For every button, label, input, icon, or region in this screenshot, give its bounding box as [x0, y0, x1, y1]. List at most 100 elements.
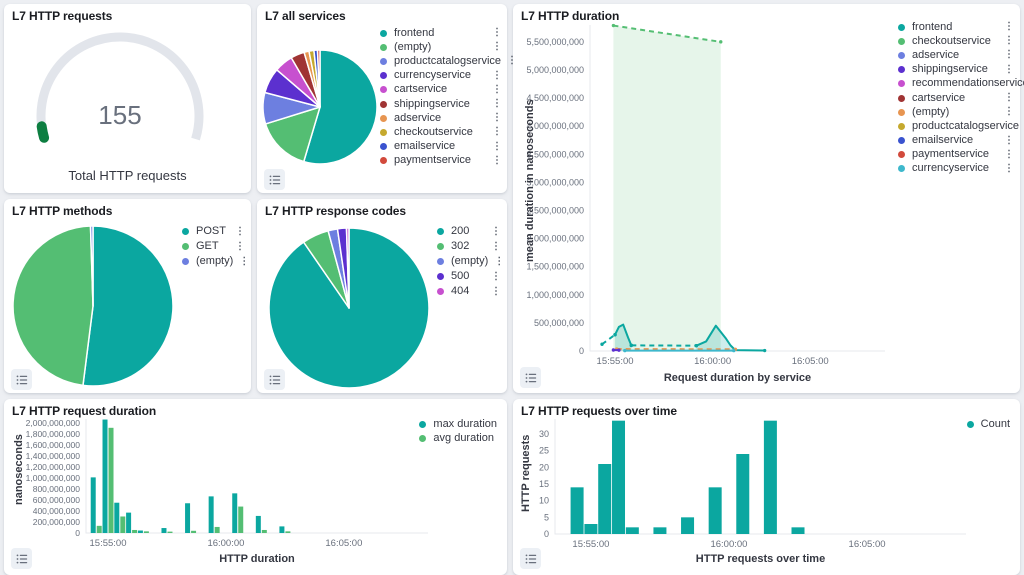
- legend-options-icon[interactable]: ⋮: [229, 228, 245, 236]
- legend-item[interactable]: 500⋮: [437, 269, 501, 284]
- svg-text:5,000,000,000: 5,000,000,000: [526, 65, 584, 75]
- legend-options-icon[interactable]: ⋮: [998, 94, 1014, 102]
- legend-options-icon[interactable]: ⋮: [485, 288, 501, 296]
- svg-text:400,000,000: 400,000,000: [33, 506, 81, 516]
- legend-options-icon[interactable]: ⋮: [998, 37, 1014, 45]
- legend-item[interactable]: paymentservice⋮: [380, 154, 502, 168]
- svg-text:1,200,000,000: 1,200,000,000: [26, 462, 81, 472]
- legend-item[interactable]: (empty)⋮: [182, 254, 245, 269]
- legend-color-dot: [437, 258, 444, 265]
- list-icon: [525, 372, 537, 384]
- svg-text:10: 10: [539, 496, 549, 506]
- legend-item[interactable]: adservice⋮: [380, 111, 502, 125]
- panel-l7-http-requests: L7 HTTP requests 155 Total HTTP requests: [4, 4, 251, 193]
- legend-options-icon[interactable]: ⋮: [486, 43, 502, 51]
- legend-color-dot: [182, 258, 189, 265]
- legend-item[interactable]: productcatalogservice⋮: [380, 54, 502, 68]
- legend-item[interactable]: recommendationservice⋮: [898, 77, 1014, 91]
- legend-item[interactable]: POST⋮: [182, 224, 245, 239]
- svg-text:155: 155: [98, 100, 141, 130]
- legend-options-icon[interactable]: ⋮: [501, 57, 517, 65]
- legend-options-icon[interactable]: ⋮: [486, 128, 502, 136]
- legend-options-icon[interactable]: ⋮: [486, 100, 502, 108]
- legend-options-icon[interactable]: ⋮: [998, 165, 1014, 173]
- legend-label: (empty): [912, 107, 998, 118]
- legend-color-dot: [898, 137, 905, 144]
- legend-item[interactable]: frontend⋮: [380, 26, 502, 40]
- legend-options-icon[interactable]: ⋮: [998, 51, 1014, 59]
- legend-options-icon[interactable]: ⋮: [486, 29, 502, 37]
- legend-options-icon[interactable]: ⋮: [1019, 122, 1024, 130]
- legend-options-icon[interactable]: ⋮: [486, 86, 502, 94]
- legend-options-icon[interactable]: ⋮: [485, 243, 501, 251]
- legend-item[interactable]: checkoutservice⋮: [898, 34, 1014, 48]
- legend-item[interactable]: currencyservice⋮: [898, 162, 1014, 176]
- legend-item[interactable]: emailservice⋮: [380, 140, 502, 154]
- legend-item[interactable]: (empty)⋮: [898, 105, 1014, 119]
- x-axis-title: HTTP requests over time: [555, 553, 966, 565]
- legend-item[interactable]: 404⋮: [437, 284, 501, 299]
- legend-toggle-button[interactable]: [264, 169, 285, 190]
- legend-label: POST: [196, 226, 229, 237]
- x-axis-title: Request duration by service: [590, 372, 885, 384]
- legend-options-icon[interactable]: ⋮: [488, 258, 504, 266]
- svg-text:16:05:00: 16:05:00: [849, 539, 886, 550]
- legend-toggle-button[interactable]: [264, 369, 285, 390]
- legend-options-icon[interactable]: ⋮: [998, 108, 1014, 116]
- requests-over-time-bar-chart[interactable]: 05101520253015:55:0016:00:0016:05:00: [513, 399, 1020, 575]
- legend-item[interactable]: avg duration: [419, 431, 497, 445]
- legend-options-icon[interactable]: ⋮: [233, 258, 249, 266]
- legend-toggle-button[interactable]: [11, 548, 32, 569]
- svg-text:1,600,000,000: 1,600,000,000: [26, 440, 81, 450]
- legend-item[interactable]: paymentservice⋮: [898, 148, 1014, 162]
- legend-label: currencyservice: [394, 70, 486, 81]
- legend-toggle-button[interactable]: [520, 548, 541, 569]
- panel-l7-http-response-codes: L7 HTTP response codes 200⋮302⋮(empty)⋮5…: [257, 199, 507, 393]
- legend-options-icon[interactable]: ⋮: [486, 114, 502, 122]
- legend-item[interactable]: cartservice⋮: [898, 91, 1014, 105]
- legend-item[interactable]: shippingservice⋮: [380, 97, 502, 111]
- y-axis-title: HTTP requests: [520, 435, 532, 512]
- legend-item[interactable]: GET⋮: [182, 239, 245, 254]
- legend-item[interactable]: currencyservice⋮: [380, 69, 502, 83]
- legend-label: shippingservice: [394, 99, 486, 110]
- legend-options-icon[interactable]: ⋮: [485, 273, 501, 281]
- legend-options-icon[interactable]: ⋮: [998, 66, 1014, 74]
- legend-options-icon[interactable]: ⋮: [229, 243, 245, 251]
- svg-text:0: 0: [544, 529, 549, 539]
- legend-label: 302: [451, 241, 485, 252]
- legend-options-icon[interactable]: ⋮: [486, 143, 502, 151]
- legend-label: emailservice: [912, 135, 998, 146]
- legend-options-icon[interactable]: ⋮: [486, 157, 502, 165]
- legend-item[interactable]: productcatalogservice⋮: [898, 119, 1014, 133]
- legend-color-dot: [182, 228, 189, 235]
- legend-toggle-button[interactable]: [520, 367, 541, 388]
- legend-options-icon[interactable]: ⋮: [485, 228, 501, 236]
- legend-item[interactable]: checkoutservice⋮: [380, 125, 502, 139]
- legend-item[interactable]: shippingservice⋮: [898, 63, 1014, 77]
- legend-item[interactable]: Count: [967, 417, 1010, 431]
- legend-item[interactable]: (empty)⋮: [437, 254, 501, 269]
- legend-item[interactable]: frontend⋮: [898, 20, 1014, 34]
- chart-legend: frontend⋮(empty)⋮productcatalogservice⋮c…: [380, 26, 502, 168]
- svg-text:15:55:00: 15:55:00: [572, 539, 609, 550]
- legend-options-icon[interactable]: ⋮: [486, 72, 502, 80]
- legend-options-icon[interactable]: ⋮: [998, 23, 1014, 31]
- chart-legend: Count: [967, 417, 1010, 431]
- legend-options-icon[interactable]: ⋮: [998, 137, 1014, 145]
- legend-item[interactable]: adservice⋮: [898, 48, 1014, 62]
- legend-options-icon[interactable]: ⋮: [998, 151, 1014, 159]
- legend-label: Count: [981, 419, 1010, 430]
- legend-color-dot: [380, 115, 387, 122]
- legend-item[interactable]: (empty)⋮: [380, 40, 502, 54]
- legend-item[interactable]: 200⋮: [437, 224, 501, 239]
- list-icon: [16, 374, 28, 386]
- legend-item[interactable]: emailservice⋮: [898, 134, 1014, 148]
- legend-toggle-button[interactable]: [11, 369, 32, 390]
- legend-item[interactable]: 302⋮: [437, 239, 501, 254]
- legend-item[interactable]: cartservice⋮: [380, 83, 502, 97]
- chart-legend: max durationavg duration: [419, 417, 497, 445]
- panel-l7-http-requests-over-time: L7 HTTP requests over time 0510152025301…: [513, 399, 1020, 575]
- legend-item[interactable]: max duration: [419, 417, 497, 431]
- legend-label: emailservice: [394, 141, 486, 152]
